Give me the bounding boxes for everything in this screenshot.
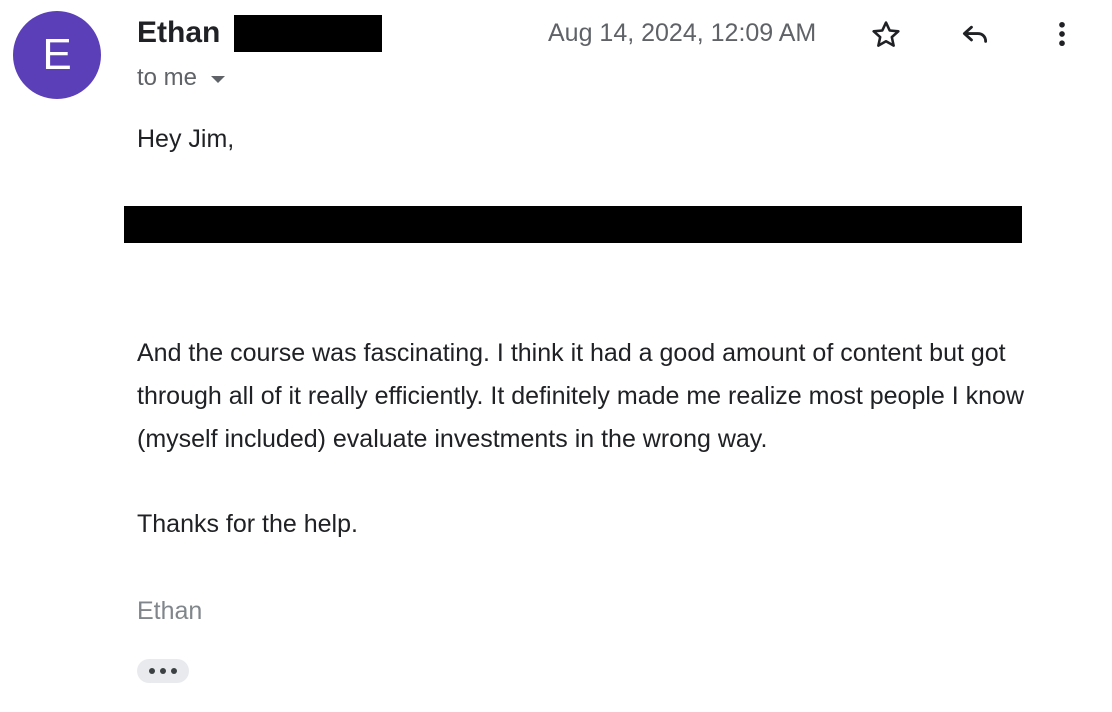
caret-down-icon: [211, 75, 226, 83]
more-options-button[interactable]: [1042, 14, 1082, 54]
message-paragraph: And the course was fascinating. I think …: [137, 339, 1025, 453]
redacted-sender-email: [234, 15, 382, 52]
reply-icon: [962, 25, 988, 43]
message-date: Aug 14, 2024, 12:09 AM: [548, 19, 817, 47]
sender-name[interactable]: Ethan: [137, 14, 220, 52]
message-thanks: Thanks for the help.: [137, 510, 358, 538]
recipient-dropdown[interactable]: to me: [137, 62, 226, 94]
redacted-text: [124, 206, 1022, 243]
star-icon: [872, 21, 900, 47]
recipient-label: to me: [137, 64, 198, 91]
ellipsis-dot: [160, 668, 166, 674]
avatar[interactable]: E: [13, 11, 101, 99]
message-greeting: Hey Jim,: [137, 125, 235, 153]
message-signature: Ethan: [137, 597, 203, 625]
ellipsis-icon: [149, 668, 155, 674]
more-vert-icon: [1059, 21, 1065, 47]
show-trimmed-content-button[interactable]: [137, 659, 189, 683]
email-message-view: E Ethan to me Aug 14, 2024, 12:09 AM Hey…: [0, 0, 1112, 712]
star-button[interactable]: [866, 15, 906, 55]
reply-button[interactable]: [955, 15, 995, 55]
ellipsis-dot: [171, 668, 177, 674]
